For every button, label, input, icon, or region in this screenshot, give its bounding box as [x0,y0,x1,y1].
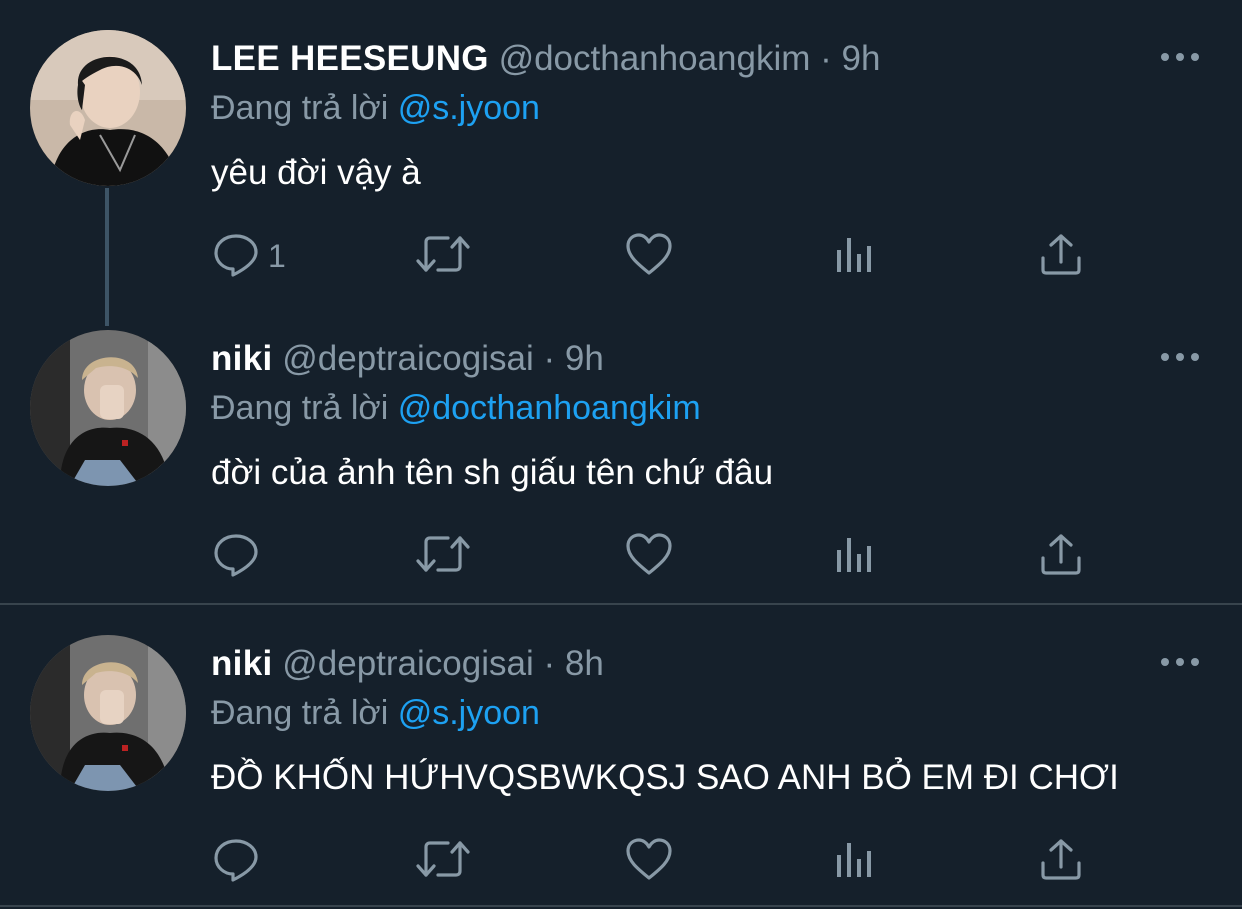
tweet[interactable]: LEE HEESEUNG @docthanhoangkim · 9h Đang … [0,0,1242,300]
avatar[interactable] [30,330,186,486]
user-handle[interactable]: @deptraicogisai [282,339,534,378]
action-bar [0,528,1242,588]
action-bar [0,833,1242,893]
heart-icon [624,230,674,283]
tweet-text: yêu đời vậy à [211,153,421,192]
share-icon [1038,530,1084,583]
tweet-header: niki @deptraicogisai · 9h [211,334,604,384]
tweet-text: ĐỒ KHỐN HỨHVQSBWKQSJ SAO ANH BỎ EM ĐI CH… [211,758,1119,797]
replying-to: Đang trả lời @docthanhoangkim [211,384,701,432]
reply-button[interactable] [212,833,268,889]
avatar[interactable] [30,635,186,791]
separator-dot: · [543,339,556,378]
share-icon [1038,230,1084,283]
more-icon[interactable] [1158,344,1202,370]
more-icon[interactable] [1158,44,1202,70]
share-icon [1038,835,1084,888]
replying-to-label: Đang trả lời [211,389,389,427]
replying-to-label: Đang trả lời [211,89,389,127]
like-button[interactable] [624,528,674,584]
mention-link[interactable]: @s.jyoon [398,694,540,732]
retweet-icon [414,230,472,283]
retweet-button[interactable] [414,833,472,889]
mention-link[interactable]: @s.jyoon [398,89,540,127]
tweet-header: niki @deptraicogisai · 8h [211,639,604,689]
analytics-icon [832,835,878,888]
tweet-text: đời của ảnh tên sh giấu tên chứ đâu [211,453,774,492]
analytics-icon [832,530,878,583]
retweet-button[interactable] [414,528,472,584]
user-handle[interactable]: @docthanhoangkim [499,39,811,78]
analytics-button[interactable] [832,833,878,889]
analytics-button[interactable] [832,228,878,284]
display-name[interactable]: niki [211,339,273,378]
reply-button[interactable]: 1 [212,228,286,284]
retweet-button[interactable] [414,228,472,284]
user-handle[interactable]: @deptraicogisai [282,644,534,683]
separator-dot: · [543,644,556,683]
share-button[interactable] [1038,833,1084,889]
more-icon[interactable] [1158,649,1202,675]
retweet-icon [414,530,472,583]
avatar[interactable] [30,30,186,186]
reply-icon [212,835,260,888]
display-name[interactable]: niki [211,644,273,683]
reply-count: 1 [268,237,286,274]
divider [0,905,1242,907]
timestamp[interactable]: 8h [565,644,604,683]
heart-icon [624,835,674,888]
reply-icon [212,530,260,583]
share-button[interactable] [1038,528,1084,584]
tweet[interactable]: niki @deptraicogisai · 8h Đang trả lời @… [0,605,1242,905]
analytics-button[interactable] [832,528,878,584]
heart-icon [624,530,674,583]
retweet-icon [414,835,472,888]
replying-to: Đang trả lời @s.jyoon [211,689,540,737]
timestamp[interactable]: 9h [565,339,604,378]
analytics-icon [832,230,878,283]
timestamp[interactable]: 9h [842,39,881,78]
tweet[interactable]: niki @deptraicogisai · 9h Đang trả lời @… [0,300,1242,604]
tweet-header: LEE HEESEUNG @docthanhoangkim · 9h [211,34,880,84]
action-bar: 1 [0,228,1242,288]
like-button[interactable] [624,833,674,889]
replying-to: Đang trả lời @s.jyoon [211,84,540,132]
replying-to-label: Đang trả lời [211,694,389,732]
like-button[interactable] [624,228,674,284]
reply-icon [212,230,260,283]
display-name[interactable]: LEE HEESEUNG [211,39,489,78]
mention-link[interactable]: @docthanhoangkim [398,389,701,427]
reply-button[interactable] [212,528,268,584]
share-button[interactable] [1038,228,1084,284]
separator-dot: · [820,39,832,78]
